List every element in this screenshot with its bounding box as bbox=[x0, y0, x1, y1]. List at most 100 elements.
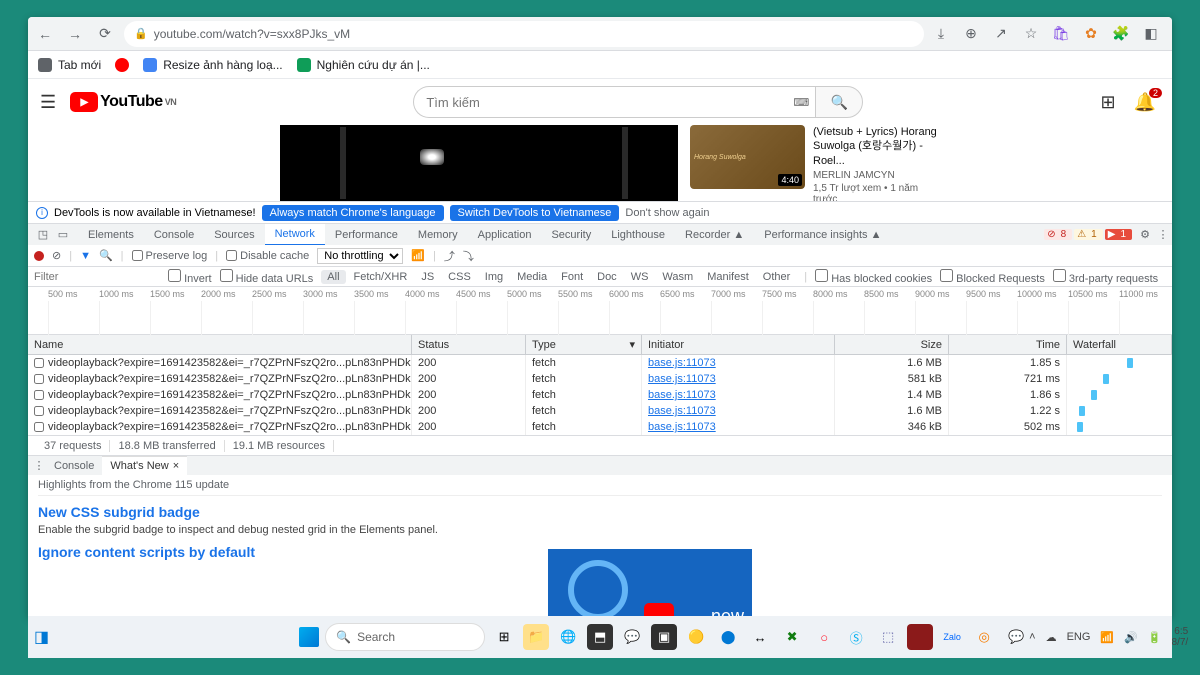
dont-show-link[interactable]: Don't show again bbox=[625, 207, 709, 219]
whats-new-tab[interactable]: What's New × bbox=[102, 456, 187, 476]
widgets-icon[interactable]: ◨ bbox=[34, 623, 49, 651]
upload-icon[interactable]: ⤴ bbox=[444, 248, 455, 264]
errors-badge[interactable]: ⊘ 8 bbox=[1044, 229, 1072, 240]
devtools-tab[interactable]: Network bbox=[265, 224, 325, 246]
settings-icon[interactable]: ⚙ bbox=[1136, 228, 1154, 241]
device-icon[interactable]: ▭ bbox=[54, 228, 72, 241]
volume-icon[interactable]: 🔊 bbox=[1124, 631, 1138, 644]
devtools-tab[interactable]: Performance bbox=[325, 224, 408, 246]
devtools-tab[interactable]: Sources bbox=[204, 224, 264, 246]
ext2-icon[interactable]: ✿ bbox=[1082, 25, 1100, 43]
tray-chevron-icon[interactable]: ˄ bbox=[1029, 631, 1035, 643]
devtools-tab[interactable]: Elements bbox=[78, 224, 144, 246]
wifi-icon[interactable]: 📶 bbox=[1100, 631, 1114, 644]
record-button[interactable] bbox=[34, 251, 44, 261]
zalo-icon[interactable]: Zalo bbox=[939, 624, 965, 650]
throttling-select[interactable]: No throttling bbox=[317, 248, 403, 264]
devtools-tab[interactable]: Performance insights ▲ bbox=[754, 224, 891, 246]
filter-type-pill[interactable]: Doc bbox=[591, 270, 623, 284]
network-timeline[interactable]: 500 ms1000 ms1500 ms2000 ms2500 ms3000 m… bbox=[28, 287, 1172, 335]
extensions-icon[interactable]: 🧩 bbox=[1112, 25, 1130, 43]
filter-icon[interactable]: ▼ bbox=[80, 250, 91, 262]
account-icon[interactable]: ◧ bbox=[1142, 25, 1160, 43]
skype-icon[interactable]: Ⓢ bbox=[843, 624, 869, 650]
search-icon[interactable]: 🔍 bbox=[99, 249, 113, 262]
invert-checkbox[interactable]: Invert bbox=[168, 269, 212, 285]
devtools-tab[interactable]: Security bbox=[541, 224, 601, 246]
bookmark-item[interactable]: Resize ảnh hàng loạ... bbox=[143, 58, 282, 72]
switch-language-button[interactable]: Switch DevTools to Vietnamese bbox=[450, 205, 620, 221]
filter-type-pill[interactable]: Media bbox=[511, 270, 553, 284]
blocked-requests-checkbox[interactable]: Blocked Requests bbox=[940, 269, 1045, 285]
opera-icon[interactable]: ○ bbox=[811, 624, 837, 650]
close-icon[interactable]: × bbox=[173, 460, 179, 472]
back-button[interactable]: ← bbox=[34, 23, 56, 45]
explorer-icon[interactable]: 📁 bbox=[523, 624, 549, 650]
blocked-cookies-checkbox[interactable]: Has blocked cookies bbox=[815, 269, 932, 285]
keyboard-icon[interactable]: ⌨ bbox=[787, 86, 815, 118]
app-icon[interactable]: ⬒ bbox=[587, 624, 613, 650]
taskview-icon[interactable]: ⊞ bbox=[491, 624, 517, 650]
app-icon[interactable]: ⬤ bbox=[715, 624, 741, 650]
app-icon[interactable]: ◎ bbox=[971, 624, 997, 650]
filter-type-pill[interactable]: Font bbox=[555, 270, 589, 284]
col-status[interactable]: Status bbox=[412, 335, 526, 354]
third-party-checkbox[interactable]: 3rd-party requests bbox=[1053, 269, 1158, 285]
col-initiator[interactable]: Initiator bbox=[642, 335, 835, 354]
match-language-button[interactable]: Always match Chrome's language bbox=[262, 205, 444, 221]
onedrive-icon[interactable]: ☁ bbox=[1046, 631, 1057, 644]
preserve-log-checkbox[interactable]: Preserve log bbox=[132, 250, 208, 262]
download-icon[interactable]: ⤵ bbox=[463, 248, 474, 264]
taskbar-search[interactable]: 🔍 Search bbox=[325, 623, 485, 651]
warnings-badge[interactable]: ⚠ 1 bbox=[1074, 229, 1103, 240]
filter-type-pill[interactable]: Manifest bbox=[701, 270, 755, 284]
drawer-menu-icon[interactable]: ⋮ bbox=[32, 459, 46, 472]
video-player[interactable] bbox=[280, 125, 678, 201]
filter-input[interactable] bbox=[32, 269, 160, 285]
youtube-logo[interactable]: ▶ YouTube VN bbox=[70, 92, 176, 112]
network-row[interactable]: videoplayback?expire=1691423582&ei=_r7QZ… bbox=[28, 419, 1172, 435]
inspect-icon[interactable]: ◳ bbox=[34, 228, 52, 241]
taskbar-clock[interactable]: 6:5 8/7/ bbox=[1172, 626, 1189, 648]
devtools-tab[interactable]: Memory bbox=[408, 224, 468, 246]
xbox-icon[interactable]: ✖ bbox=[779, 624, 805, 650]
related-video[interactable]: Horang Suwolga 4:40 (Vietsub + Lyrics) H… bbox=[690, 125, 943, 201]
more-icon[interactable]: ⋮ bbox=[1154, 228, 1172, 241]
col-waterfall[interactable]: Waterfall bbox=[1067, 335, 1172, 354]
col-size[interactable]: Size bbox=[835, 335, 949, 354]
filter-type-pill[interactable]: Other bbox=[757, 270, 797, 284]
devtools-tab[interactable]: Lighthouse bbox=[601, 224, 675, 246]
star-icon[interactable]: ☆ bbox=[1022, 25, 1040, 43]
devtools-tab[interactable]: Application bbox=[468, 224, 542, 246]
search-input[interactable] bbox=[413, 86, 787, 118]
filter-type-pill[interactable]: WS bbox=[625, 270, 655, 284]
feature-heading[interactable]: New CSS subgrid badge bbox=[38, 504, 1162, 520]
filter-type-pill[interactable]: JS bbox=[415, 270, 440, 284]
hide-data-checkbox[interactable]: Hide data URLs bbox=[220, 269, 314, 285]
filter-type-pill[interactable]: All bbox=[321, 270, 345, 284]
network-row[interactable]: videoplayback?expire=1691423582&ei=_r7QZ… bbox=[28, 387, 1172, 403]
create-icon[interactable]: ⊞ bbox=[1100, 92, 1115, 113]
filter-type-pill[interactable]: Fetch/XHR bbox=[348, 270, 414, 284]
col-name[interactable]: Name bbox=[28, 335, 412, 354]
edge-icon[interactable]: 🌐 bbox=[555, 624, 581, 650]
clear-button[interactable]: ⊘ bbox=[52, 249, 61, 262]
filter-type-pill[interactable]: Img bbox=[479, 270, 509, 284]
app-icon[interactable]: 💬 bbox=[619, 624, 645, 650]
wifi-icon[interactable]: 📶 bbox=[411, 249, 425, 262]
disable-cache-checkbox[interactable]: Disable cache bbox=[226, 250, 309, 262]
bookmark-item[interactable]: Tab mới bbox=[38, 58, 101, 72]
share-icon[interactable]: ↗ bbox=[992, 25, 1010, 43]
app-icon[interactable] bbox=[907, 624, 933, 650]
ext-badge[interactable]: ▶ 1 bbox=[1105, 229, 1132, 240]
app-icon[interactable]: 💬 bbox=[1003, 624, 1029, 650]
chrome-icon[interactable]: 🟡 bbox=[683, 624, 709, 650]
bookmark-item[interactable] bbox=[115, 58, 129, 72]
install-icon[interactable]: ⤓ bbox=[932, 25, 950, 43]
network-row[interactable]: videoplayback?expire=1691423582&ei=_r7QZ… bbox=[28, 403, 1172, 419]
filter-type-pill[interactable]: Wasm bbox=[656, 270, 699, 284]
console-tab[interactable]: Console bbox=[46, 456, 102, 476]
language-indicator[interactable]: ENG bbox=[1067, 631, 1091, 643]
search-button[interactable]: 🔍 bbox=[815, 86, 863, 118]
devtools-tab[interactable]: Console bbox=[144, 224, 204, 246]
